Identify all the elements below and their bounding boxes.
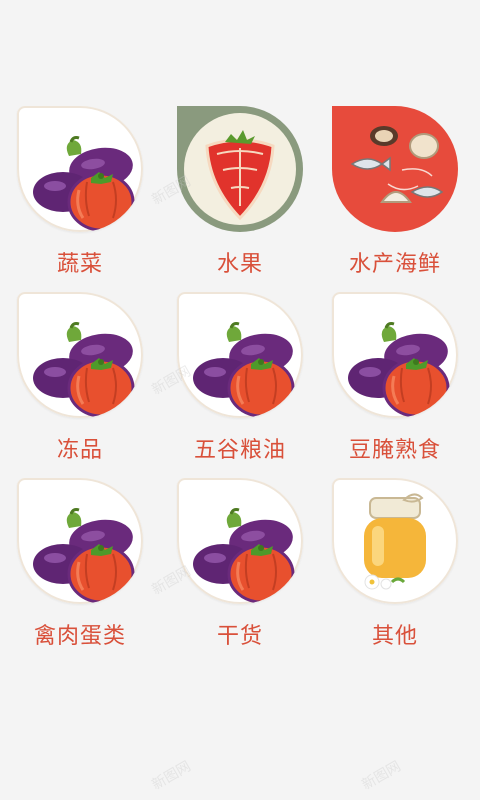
category-poultry-meat-eggs[interactable]: 禽肉蛋类 [5,478,155,658]
category-tile [17,106,143,232]
category-fruit[interactable]: 水果 [165,106,315,286]
category-frozen[interactable]: 冻品 [5,292,155,472]
category-tile [332,292,458,418]
category-tile [177,292,303,418]
category-other[interactable]: 其他 [320,478,470,658]
category-label: 豆腌熟食 [348,438,441,463]
category-label: 水产海鲜 [348,252,441,277]
eggplant-tomato-icon [31,322,137,418]
eggplant-tomato-icon [191,322,297,418]
category-grid: 蔬菜 水果 水产海鲜 冻品 五谷粮油 豆腌熟食 禽肉蛋类 干货 其他 [0,0,480,800]
honey-jar-icon [364,493,426,590]
seafood-icon [350,126,444,203]
category-label: 蔬菜 [56,252,103,277]
category-tile [177,478,303,604]
category-tile [177,106,303,232]
category-label: 禽肉蛋类 [33,624,126,649]
category-tile [332,478,458,604]
category-bean-pickled-cooked[interactable]: 豆腌熟食 [320,292,470,472]
eggplant-tomato-icon [31,136,137,232]
category-tile [332,106,458,232]
category-tile [17,292,143,418]
strawberry-icon [184,113,296,225]
eggplant-tomato-icon [191,508,297,604]
category-label: 干货 [216,624,263,649]
category-seafood[interactable]: 水产海鲜 [320,106,470,286]
category-label: 五谷粮油 [193,438,286,463]
category-label: 冻品 [56,438,103,463]
category-grain-oil[interactable]: 五谷粮油 [165,292,315,472]
category-vegetables[interactable]: 蔬菜 [5,106,155,286]
eggplant-tomato-icon [346,322,452,418]
category-tile [17,478,143,604]
eggplant-tomato-icon [31,508,137,604]
category-label: 其他 [371,624,418,649]
category-label: 水果 [216,252,263,277]
category-dried-goods[interactable]: 干货 [165,478,315,658]
